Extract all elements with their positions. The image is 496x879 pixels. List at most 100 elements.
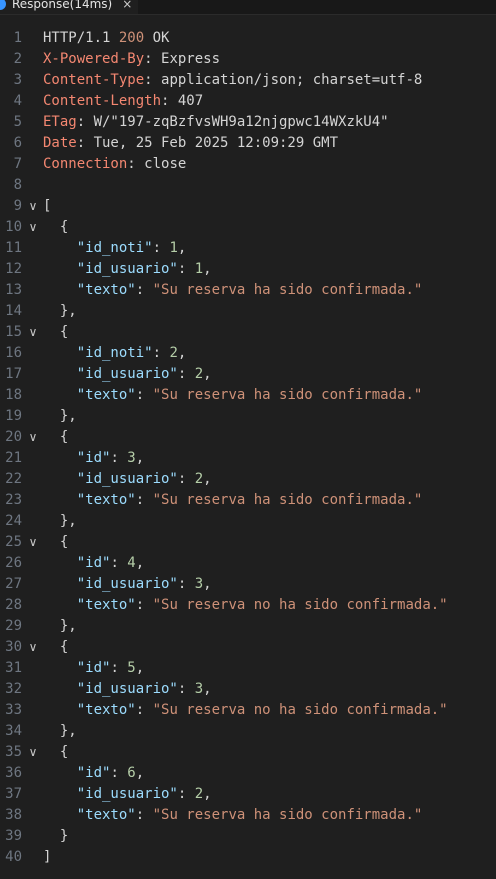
line-number: 22 xyxy=(5,471,22,487)
line-text: { xyxy=(43,217,68,238)
json-comma: , xyxy=(177,345,187,361)
line-text: [ xyxy=(43,196,51,217)
response-editor: Response(14ms) × 1 HTTP/1.1 200 OK 2 X-Powe… xyxy=(0,0,496,879)
line-text: "texto": "Su reserva ha sido confirmada.… xyxy=(43,490,423,511)
code-line: 6 Date: Tue, 25 Feb 2025 12:09:29 GMT xyxy=(0,133,496,154)
json-key: "id_usuario" xyxy=(76,786,178,802)
line-number: 13 xyxy=(5,282,22,298)
line-number: 1 xyxy=(13,30,22,46)
line-text: "id_usuario": 3, xyxy=(43,574,212,595)
line-number: 24 xyxy=(5,513,22,529)
code-line: 13 "texto": "Su reserva ha sido confirma… xyxy=(0,280,496,301)
line-number: 14 xyxy=(5,303,22,319)
header-name: Date xyxy=(43,135,77,151)
code-area[interactable]: 1 HTTP/1.1 200 OK 2 X-Powered-By: Express 3 C… xyxy=(0,28,496,868)
header-value: : Express xyxy=(144,51,221,67)
line-text: ETag: W/"197-zqBzfvsWH9a12njgpwc14WXzkU4… xyxy=(43,112,389,133)
line-number: 9 xyxy=(13,198,22,214)
json-key: "id" xyxy=(76,450,111,466)
code-line: 31 "id": 5, xyxy=(0,658,496,679)
line-text: Content-Type: application/json; charset=… xyxy=(43,70,422,91)
header-value: : W/"197-zqBzfvsWH9a12njgpwc14WXzkU4" xyxy=(76,114,389,130)
line-text: "id": 5, xyxy=(43,658,144,679)
json-comma: , xyxy=(203,576,212,592)
code-line: 12 "id_usuario": 1, xyxy=(0,259,496,280)
code-line: 20 ∨ { xyxy=(0,427,496,448)
json-key: "texto" xyxy=(76,387,136,403)
close-icon[interactable]: × xyxy=(122,0,132,11)
fold-chevron-icon[interactable]: ∨ xyxy=(26,742,40,763)
code-line: 27 "id_usuario": 3, xyxy=(0,574,496,595)
code-line: 39 } xyxy=(0,826,496,847)
json-number: 1 xyxy=(194,261,204,277)
line-text: "id_noti": 1, xyxy=(43,238,187,259)
json-colon: : xyxy=(177,471,195,487)
line-number: 12 xyxy=(5,261,22,277)
line-text: }, xyxy=(43,616,77,637)
code-line: 19 }, xyxy=(0,406,496,427)
header-name: X-Powered-By xyxy=(43,51,145,67)
line-text: "id_usuario": 1, xyxy=(43,259,212,280)
json-comma: , xyxy=(135,450,145,466)
code-line: 2 X-Powered-By: Express xyxy=(0,49,496,70)
header-name: Content-Length xyxy=(43,93,162,109)
line-number: 37 xyxy=(5,786,22,802)
json-colon: : xyxy=(152,240,170,256)
code-line: 40] xyxy=(0,847,496,868)
code-line: 23 "texto": "Su reserva ha sido confirma… xyxy=(0,490,496,511)
json-brace: { xyxy=(43,219,69,235)
http-protocol: HTTP/1.1 xyxy=(43,30,119,46)
line-number: 34 xyxy=(5,723,22,739)
fold-chevron-icon[interactable]: ∨ xyxy=(26,637,40,658)
json-comma: , xyxy=(177,240,187,256)
fold-chevron-icon[interactable]: ∨ xyxy=(26,196,40,217)
json-number: 5 xyxy=(127,660,136,676)
json-brace: }, xyxy=(43,303,77,319)
json-brace: { xyxy=(43,429,69,445)
line-number: 29 xyxy=(5,618,22,634)
json-brace: { xyxy=(43,534,69,550)
line-text: "id_usuario": 2, xyxy=(43,364,212,385)
code-line: 34 }, xyxy=(0,721,496,742)
json-colon: : xyxy=(177,366,195,382)
line-text: Content-Length: 407 xyxy=(43,91,203,112)
code-line: 21 "id": 3, xyxy=(0,448,496,469)
line-number: 23 xyxy=(5,492,22,508)
line-text: Connection: close xyxy=(43,154,186,175)
fold-chevron-icon[interactable]: ∨ xyxy=(26,322,40,343)
code-line: 17 "id_usuario": 2, xyxy=(0,364,496,385)
line-text: { xyxy=(43,742,68,763)
line-number: 15 xyxy=(5,324,22,340)
line-number: 32 xyxy=(5,681,22,697)
json-colon: : xyxy=(110,660,128,676)
code-line: 28 "texto": "Su reserva no ha sido confi… xyxy=(0,595,496,616)
code-line: 16 "id_noti": 2, xyxy=(0,343,496,364)
line-number: 40 xyxy=(5,849,22,865)
line-text: { xyxy=(43,322,68,343)
json-brace: }, xyxy=(43,723,77,739)
line-number: 36 xyxy=(5,765,22,781)
fold-chevron-icon[interactable]: ∨ xyxy=(26,217,40,238)
line-number: 39 xyxy=(5,828,22,844)
fold-chevron-icon[interactable]: ∨ xyxy=(26,427,40,448)
json-number: 3 xyxy=(194,576,204,592)
json-colon: : xyxy=(110,555,128,571)
line-number: 28 xyxy=(5,597,22,613)
json-colon: : xyxy=(177,576,195,592)
header-value: : application/json; charset=utf-8 xyxy=(144,72,423,88)
json-colon: : xyxy=(135,702,153,718)
line-text: { xyxy=(43,427,68,448)
json-string: "Su reserva no ha sido confirmada." xyxy=(152,702,448,718)
json-string: "Su reserva ha sido confirmada." xyxy=(152,387,423,403)
tab-response[interactable]: Response(14ms) × xyxy=(0,0,138,14)
fold-chevron-icon[interactable]: ∨ xyxy=(26,532,40,553)
line-number: 21 xyxy=(5,450,22,466)
json-string: "Su reserva no ha sido confirmada." xyxy=(152,597,448,613)
